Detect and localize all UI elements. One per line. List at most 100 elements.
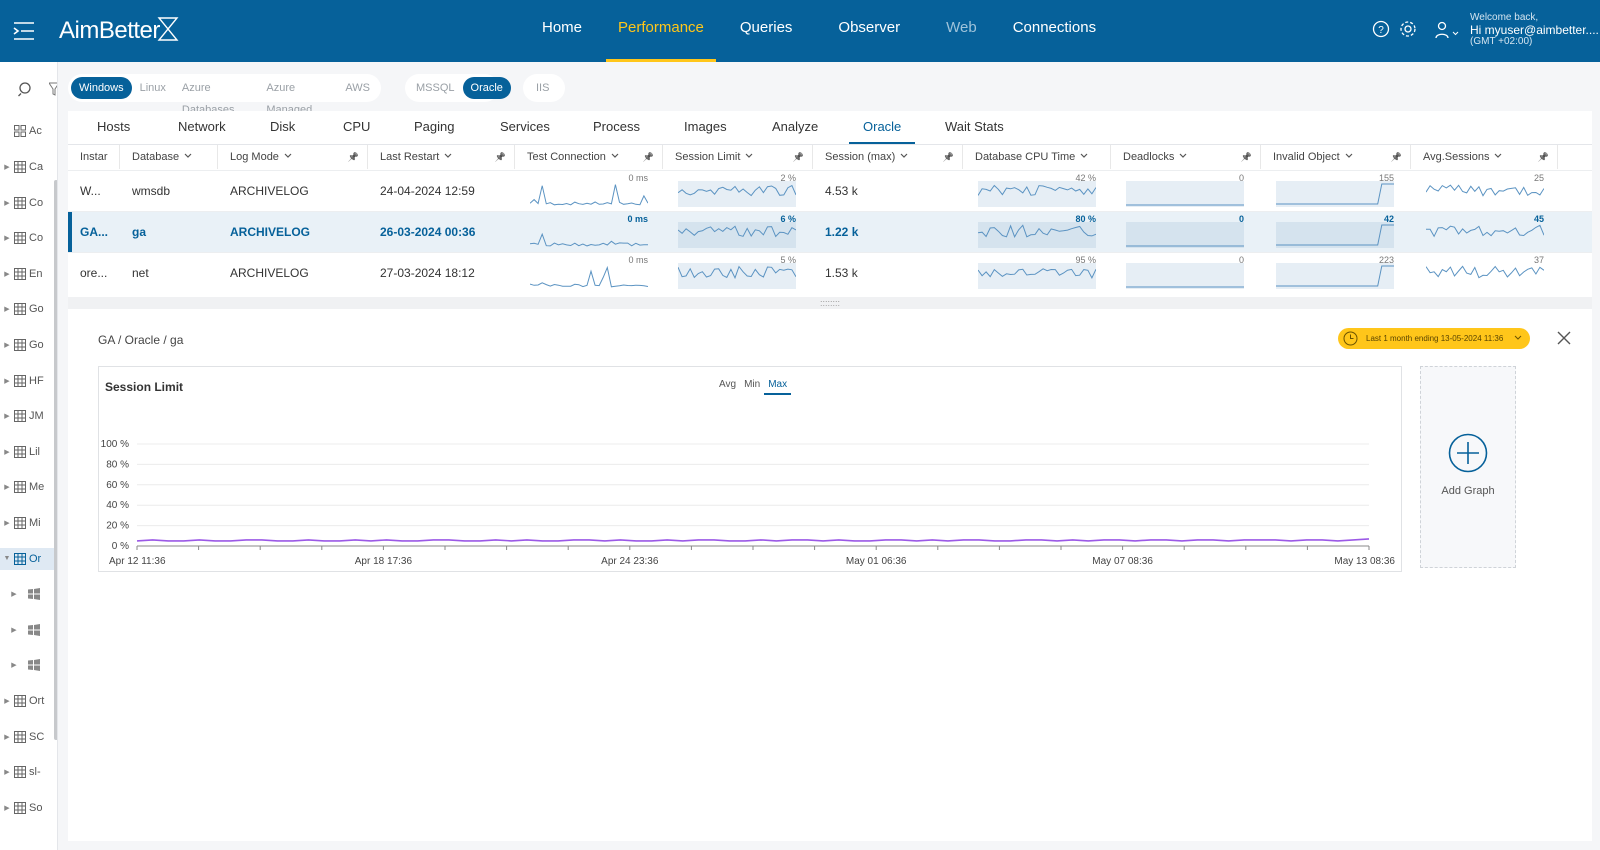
rail-item[interactable]: ▶ En — [0, 263, 54, 285]
rail-item[interactable]: ▶ — [0, 619, 54, 641]
nav-performance[interactable]: Performance — [606, 0, 716, 62]
pin-icon[interactable]: 📌 — [943, 145, 954, 169]
column-header[interactable]: Deadlocks 📌 — [1111, 145, 1261, 169]
resize-splitter[interactable]: :::::::: — [68, 297, 1592, 309]
menu-icon[interactable] — [12, 20, 36, 42]
caret-right-icon[interactable]: ▶ — [0, 234, 14, 242]
rail-scrollbar[interactable] — [54, 180, 57, 740]
column-header[interactable]: Log Mode 📌 — [218, 145, 368, 169]
add-graph-button[interactable]: Add Graph — [1420, 366, 1516, 568]
table-row[interactable]: W... wmsdb ARCHIVELOG 24-04-2024 12:59 4.53 … — [68, 170, 1592, 211]
logo[interactable]: AimBetter — [59, 17, 160, 45]
caret-right-icon[interactable]: ▶ — [0, 199, 14, 207]
column-header[interactable]: Database CPU Time — [963, 145, 1111, 169]
tab-oracle[interactable]: Oracle — [848, 111, 916, 144]
tab-process[interactable]: Process — [593, 111, 640, 143]
caret-right-icon[interactable]: ▶ — [0, 305, 14, 313]
nav-web[interactable]: Web — [934, 0, 989, 62]
agg-tab-min[interactable]: Min — [740, 377, 764, 395]
caret-right-icon[interactable]: ▶ — [0, 768, 14, 776]
welcome-text[interactable]: Welcome back, Hi myuser@aimbetter.... (G… — [1470, 12, 1599, 48]
nav-observer[interactable]: Observer — [826, 0, 912, 62]
nav-queries[interactable]: Queries — [728, 0, 805, 62]
rail-item[interactable]: ▶ Me — [0, 476, 54, 498]
rail-item[interactable]: ▶ SC — [0, 726, 54, 748]
filter-aws[interactable]: AWS — [337, 77, 378, 99]
tab-paging[interactable]: Paging — [414, 111, 454, 143]
tab-cpu[interactable]: CPU — [343, 111, 370, 143]
rail-item[interactable]: ▶ HF — [0, 370, 54, 392]
filter-windows[interactable]: Windows — [71, 77, 132, 99]
tab-wait-stats[interactable]: Wait Stats — [945, 111, 1004, 143]
rail-item[interactable]: ▶ Ort — [0, 690, 54, 712]
caret-right-icon[interactable]: ▶ — [0, 163, 14, 171]
pin-icon[interactable]: 📌 — [348, 145, 359, 169]
rail-item[interactable]: ▶ — [0, 583, 54, 605]
rail-item[interactable]: ▶ — [0, 654, 54, 676]
caret-right-icon[interactable]: ▶ — [0, 448, 14, 456]
caret-right-icon[interactable]: ▶ — [0, 590, 28, 598]
help-icon[interactable]: ? — [1372, 20, 1390, 38]
filter-oracle[interactable]: Oracle — [462, 77, 511, 99]
filter-icon[interactable] — [49, 82, 58, 96]
nav-home[interactable]: Home — [530, 0, 594, 62]
pin-icon[interactable]: 📌 — [1391, 145, 1402, 169]
caret-right-icon[interactable]: ▶ — [0, 804, 14, 812]
column-header[interactable]: Session (max) 📌 — [813, 145, 963, 169]
tab-analyze[interactable]: Analyze — [772, 111, 818, 143]
rail-item[interactable]: ▶ sl- — [0, 761, 54, 783]
caret-right-icon[interactable]: ▶ — [0, 270, 14, 278]
rail-item[interactable]: ▶ Co — [0, 227, 54, 249]
caret-right-icon[interactable]: ▶ — [0, 483, 14, 491]
column-header[interactable]: Avg.Sessions 📌 — [1411, 145, 1558, 169]
rail-item[interactable]: ▶ Ca — [0, 156, 54, 178]
search-icon[interactable] — [18, 81, 34, 97]
pin-icon[interactable]: 📌 — [1538, 145, 1549, 169]
close-icon[interactable] — [1556, 330, 1572, 346]
tab-hosts[interactable]: Hosts — [97, 111, 130, 143]
column-header[interactable]: Session Limit 📌 — [663, 145, 813, 169]
filter-azure-managed[interactable]: Azure Managed — [258, 77, 337, 116]
pin-icon[interactable]: 📌 — [1241, 145, 1252, 169]
time-range-selector[interactable]: Last 1 month ending 13-05-2024 11:36 — [1338, 328, 1530, 349]
table-row[interactable]: GA... ga ARCHIVELOG 26-03-2024 00:36 1.22 k 0… — [68, 211, 1592, 253]
tab-disk[interactable]: Disk — [270, 111, 295, 143]
filter-linux[interactable]: Linux — [132, 77, 174, 99]
caret-right-icon[interactable]: ▶ — [0, 377, 14, 385]
rail-item[interactable]: ▶ So — [0, 797, 54, 819]
tab-services[interactable]: Services — [500, 111, 550, 143]
caret-right-icon[interactable]: ▶ — [0, 661, 28, 669]
filter-mssql[interactable]: MSSQL — [408, 77, 463, 99]
tab-network[interactable]: Network — [178, 111, 226, 143]
filter-azure-databases[interactable]: Azure Databases — [174, 77, 258, 116]
agg-tab-avg[interactable]: Avg — [715, 377, 740, 395]
filter-iis[interactable]: IIS — [526, 77, 559, 99]
user-icon[interactable] — [1434, 21, 1460, 39]
table-row[interactable]: ore... net ARCHIVELOG 27-03-2024 18:12 1.53 … — [68, 252, 1592, 293]
pin-icon[interactable]: 📌 — [643, 145, 654, 169]
rail-item[interactable]: ▼ Or — [0, 547, 54, 570]
caret-right-icon[interactable]: ▶ — [0, 412, 14, 420]
caret-right-icon[interactable]: ▶ — [0, 626, 28, 634]
caret-down-icon[interactable]: ▼ — [0, 555, 14, 562]
rail-item[interactable]: ▶ Go — [0, 334, 54, 356]
caret-right-icon[interactable]: ▶ — [0, 519, 14, 527]
rail-header[interactable]: Ac — [0, 120, 54, 142]
pin-icon[interactable]: 📌 — [793, 145, 804, 169]
nav-connections[interactable]: Connections — [1001, 0, 1108, 62]
column-header[interactable]: Instar — [68, 145, 120, 169]
column-header[interactable]: Invalid Object 📌 — [1261, 145, 1411, 169]
tab-images[interactable]: Images — [684, 111, 727, 143]
column-header[interactable]: Database — [120, 145, 218, 169]
caret-right-icon[interactable]: ▶ — [0, 341, 14, 349]
rail-item[interactable]: ▶ Mi — [0, 512, 54, 534]
caret-right-icon[interactable]: ▶ — [0, 697, 14, 705]
rail-item[interactable]: ▶ JM — [0, 405, 54, 427]
pin-icon[interactable]: 📌 — [495, 145, 506, 169]
rail-item[interactable]: ▶ Co — [0, 192, 54, 214]
column-header[interactable]: Test Connection 📌 — [515, 145, 663, 169]
agg-tab-max[interactable]: Max — [764, 377, 792, 395]
rail-item[interactable]: ▶ Go — [0, 298, 54, 320]
caret-right-icon[interactable]: ▶ — [0, 733, 14, 741]
rail-item[interactable]: ▶ Lil — [0, 441, 54, 463]
